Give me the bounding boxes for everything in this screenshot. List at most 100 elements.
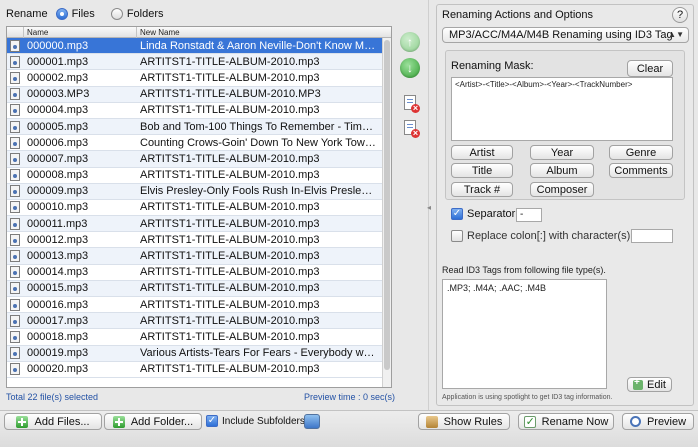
select-arrows-icon: ▲▼: [668, 30, 684, 39]
separator-input[interactable]: -: [516, 208, 542, 222]
replace-colon-label: Replace colon[:] with character(s): [467, 230, 631, 242]
edit-button[interactable]: Edit: [627, 377, 672, 392]
finder-icon[interactable]: [304, 414, 320, 429]
renaming-mode-select[interactable]: MP3/ACC/M4A/M4B Renaming using ID3 Tag ▲…: [442, 27, 689, 43]
preview-time-status: Preview time : 0 sec(s): [304, 392, 396, 402]
replace-colon-checkbox[interactable]: [451, 230, 463, 242]
table-row[interactable]: 000014.mp3 ARTITST1-TITLE-ALBUM-2010.mp3: [7, 265, 382, 281]
table-row[interactable]: 000019.mp3 Various Artists-Tears For Fear…: [7, 345, 382, 362]
add-folder-label: Add Folder...: [130, 415, 194, 428]
audio-file-icon: [10, 314, 20, 327]
radio-folders[interactable]: Folders: [110, 8, 164, 20]
track-number-tag-button[interactable]: Track #: [451, 182, 513, 197]
include-subfolders-checkbox[interactable]: ✓: [206, 415, 218, 427]
table-row[interactable]: 000005.mp3 Bob and Tom-100 Things To Reme…: [7, 118, 382, 136]
audio-file-icon: [10, 169, 20, 182]
year-tag-button[interactable]: Year: [530, 145, 594, 160]
separator-checkbox[interactable]: ✓: [451, 208, 463, 220]
preview-button[interactable]: Preview: [622, 413, 694, 430]
table-row[interactable]: 000020.mp3 ARTITST1-TITLE-ALBUM-2010.mp3: [7, 362, 382, 378]
artist-tag-button[interactable]: Artist: [451, 145, 513, 160]
remove-document-icon: [404, 94, 420, 113]
clear-button[interactable]: Clear: [627, 60, 673, 77]
edit-icon: [633, 377, 644, 390]
move-up-button[interactable]: ↑: [398, 30, 422, 54]
radio-files[interactable]: Files: [55, 8, 95, 20]
audio-file-icon: [10, 217, 20, 230]
genre-tag-button[interactable]: Genre: [609, 145, 673, 160]
help-button[interactable]: ?: [672, 7, 688, 23]
audio-file-icon: [10, 104, 20, 117]
column-new-name-header[interactable]: New Name: [136, 27, 382, 38]
table-row[interactable]: 000017.mp3 ARTITST1-TITLE-ALBUM-2010.mp3: [7, 313, 382, 330]
file-table[interactable]: Name New Name 000000.mp3 Linda Ronstadt &…: [6, 26, 392, 388]
file-name-cell: 000016.mp3: [27, 298, 89, 311]
table-row[interactable]: 000007.mp3 ARTITST1-TITLE-ALBUM-2010.mp3: [7, 151, 382, 168]
comments-tag-button[interactable]: Comments: [609, 163, 673, 178]
table-row[interactable]: 000011.mp3 ARTITST1-TITLE-ALBUM-2010.mp3: [7, 216, 382, 233]
table-row[interactable]: 000004.mp3 ARTITST1-TITLE-ALBUM-2010.mp3: [7, 103, 382, 119]
new-name-cell: ARTITST1-TITLE-ALBUM-2010.mp3: [140, 152, 320, 165]
table-rows: 000000.mp3 Linda Ronstadt & Aaron Neville…: [7, 38, 382, 378]
file-icon-cell: [7, 313, 23, 328]
table-row[interactable]: 000002.mp3 ARTITST1-TITLE-ALBUM-2010.mp3: [7, 70, 382, 87]
radio-folders-dot[interactable]: [110, 8, 123, 20]
rename-now-button[interactable]: Rename Now: [518, 413, 614, 430]
table-row[interactable]: 000015.mp3 ARTITST1-TITLE-ALBUM-2010.mp3: [7, 280, 382, 297]
table-row[interactable]: 000003.MP3 ARTITST1-TITLE-ALBUM-2010.MP3: [7, 86, 382, 103]
arrow-down-icon: ↓: [400, 58, 420, 78]
renaming-mask-textarea[interactable]: <Artist>-<Title>-<Album>-<Year>-<TrackNu…: [451, 77, 673, 141]
table-row[interactable]: 000000.mp3 Linda Ronstadt & Aaron Neville…: [7, 38, 382, 55]
table-row[interactable]: 000008.mp3 ARTITST1-TITLE-ALBUM-2010.mp3: [7, 168, 382, 184]
move-down-button[interactable]: ↓: [398, 56, 422, 80]
file-name-cell: 000004.mp3: [27, 104, 89, 117]
replace-colon-input[interactable]: [631, 229, 673, 243]
file-name-cell: 000014.mp3: [27, 266, 89, 279]
include-subfolders-label: Include Subfolders: [222, 415, 305, 427]
new-name-cell: ARTITST1-TITLE-ALBUM-2010.mp3: [140, 104, 320, 117]
magnifier-icon: [629, 416, 641, 427]
audio-file-icon: [10, 250, 20, 263]
file-name-cell: 000001.mp3: [27, 55, 89, 68]
table-row[interactable]: 000018.mp3 ARTITST1-TITLE-ALBUM-2010.mp3: [7, 329, 382, 346]
remove-file-button[interactable]: [398, 90, 422, 114]
composer-tag-button[interactable]: Composer: [530, 182, 594, 197]
new-name-cell: ARTITST1-TITLE-ALBUM-2010.mp3: [140, 298, 320, 311]
file-icon-cell: [7, 135, 23, 150]
album-tag-button[interactable]: Album: [530, 163, 594, 178]
show-rules-button[interactable]: Show Rules: [418, 413, 510, 430]
file-types-textarea[interactable]: .MP3; .M4A; .AAC; .M4B: [442, 279, 607, 389]
table-row[interactable]: 000010.mp3 ARTITST1-TITLE-ALBUM-2010.mp3: [7, 200, 382, 217]
table-row[interactable]: 000013.mp3 ARTITST1-TITLE-ALBUM-2010.mp3: [7, 248, 382, 265]
title-tag-button[interactable]: Title: [451, 163, 513, 178]
file-icon-cell: [7, 70, 23, 85]
add-files-button[interactable]: Add Files...: [4, 413, 102, 430]
column-name-header[interactable]: Name: [23, 27, 136, 38]
audio-file-icon: [10, 298, 20, 311]
audio-file-icon: [10, 347, 20, 360]
audio-file-icon: [10, 266, 20, 279]
new-name-cell: Elvis Presley-Only Fools Rush In-Elvis P…: [140, 185, 376, 198]
table-scrollbar[interactable]: [382, 38, 391, 387]
table-row[interactable]: 000006.mp3 Counting Crows-Goin' Down To N…: [7, 135, 382, 152]
file-icon-cell: [7, 297, 23, 312]
new-name-cell: ARTITST1-TITLE-ALBUM-2010.mp3: [140, 217, 320, 230]
table-row[interactable]: 000016.mp3 ARTITST1-TITLE-ALBUM-2010.mp3: [7, 297, 382, 314]
file-name-cell: 000015.mp3: [27, 282, 89, 295]
preview-label: Preview: [646, 415, 687, 428]
table-row[interactable]: 000001.mp3 ARTITST1-TITLE-ALBUM-2010.mp3: [7, 54, 382, 71]
audio-file-icon: [10, 233, 20, 246]
file-icon-cell: [7, 103, 23, 118]
table-row[interactable]: 000009.mp3 Elvis Presley-Only Fools Rush …: [7, 183, 382, 200]
arrow-up-icon: ↑: [400, 32, 420, 52]
file-icon-cell: [7, 119, 23, 134]
table-scrollbar-thumb[interactable]: [384, 40, 390, 370]
new-name-cell: ARTITST1-TITLE-ALBUM-2010.mp3: [140, 266, 320, 279]
new-name-cell: ARTITST1-TITLE-ALBUM-2010.mp3: [140, 363, 320, 376]
spotlight-note: Application is using spotlight to get ID…: [442, 394, 613, 401]
table-row[interactable]: 000012.mp3 ARTITST1-TITLE-ALBUM-2010.mp3: [7, 232, 382, 249]
radio-files-dot[interactable]: [55, 8, 68, 20]
add-folder-button[interactable]: Add Folder...: [104, 413, 202, 430]
remove-all-button[interactable]: [398, 115, 422, 139]
add-files-label: Add Files...: [34, 415, 90, 428]
